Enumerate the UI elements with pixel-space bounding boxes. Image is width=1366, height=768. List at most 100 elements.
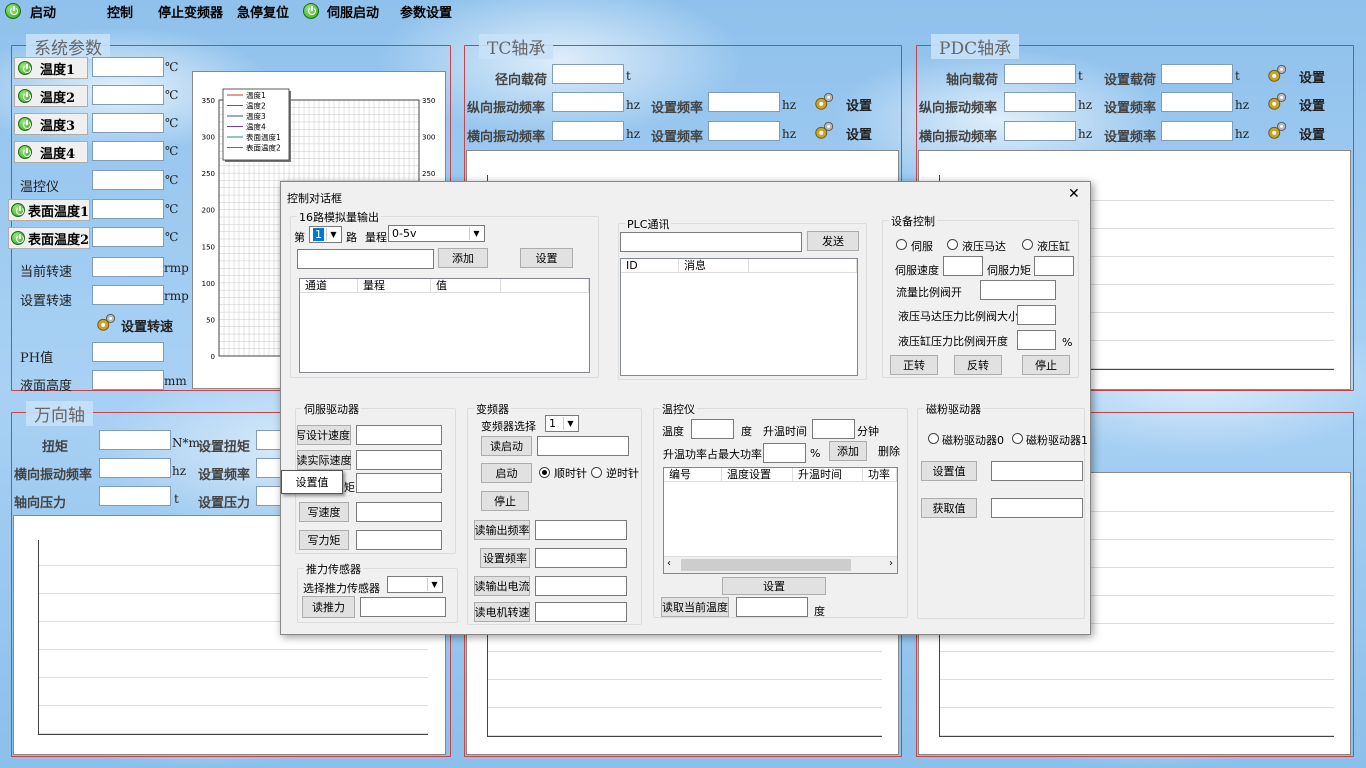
servo-radio[interactable] (896, 239, 907, 250)
col-channel[interactable]: 通道 (300, 279, 358, 293)
surface-temp2-button[interactable]: 表面温度2 (8, 227, 90, 249)
col-ramp-time[interactable]: 升温时间 (793, 468, 863, 482)
pdc-lon-set-freq-field[interactable] (1161, 92, 1233, 112)
pdc-set-load-button[interactable]: 设置 (1299, 67, 1325, 86)
current-speed-field[interactable] (92, 257, 164, 277)
tc-lat-set-button[interactable]: 设置 (846, 124, 872, 143)
start-power-icon[interactable] (5, 3, 21, 19)
mag-driver0-radio[interactable] (928, 433, 939, 444)
output-freq-input[interactable] (535, 520, 627, 540)
temp4-field[interactable] (92, 141, 164, 161)
temp1-field[interactable] (92, 57, 164, 77)
pdc-set-load-field[interactable] (1161, 64, 1233, 84)
tc-delete-button[interactable]: 删除 (871, 441, 907, 461)
tc-add-button[interactable]: 添加 (829, 441, 867, 461)
tc-lon-set-freq-field[interactable] (708, 92, 780, 112)
set-speed-button-label[interactable]: 设置转速 (121, 316, 173, 335)
uj-axial-pressure-field[interactable] (99, 486, 171, 506)
hyd-motor-radio[interactable] (947, 239, 958, 250)
col-no[interactable]: 编号 (664, 468, 722, 482)
vfd-start-button[interactable]: 启动 (481, 463, 532, 483)
col-power[interactable]: 功率占 (863, 468, 897, 482)
tc-lat-set-freq-field[interactable] (708, 121, 780, 141)
vfd-set-freq-button[interactable]: 设置频率 (480, 548, 530, 568)
surface-temp1-field[interactable] (92, 199, 164, 219)
read-output-current-button[interactable]: 读输出电流 (474, 576, 530, 596)
write-speed-input[interactable] (356, 502, 442, 522)
gear-icon[interactable] (813, 120, 835, 142)
close-icon[interactable]: ✕ (1068, 186, 1080, 202)
device-stop-button[interactable]: 停止 (1022, 355, 1070, 375)
temp3-button[interactable]: 温度3 (14, 113, 88, 135)
mag-set-value-input[interactable] (991, 461, 1083, 481)
gear-icon[interactable] (1266, 120, 1288, 142)
motor-speed-input[interactable] (535, 602, 627, 622)
plc-message-list[interactable]: ID 消息 (620, 258, 858, 376)
thrust-sensor-select[interactable]: ▼ (387, 576, 443, 593)
design-speed-input[interactable] (356, 425, 442, 445)
write-torque-button[interactable]: 写力矩 (299, 530, 349, 550)
gear-icon[interactable] (1266, 63, 1288, 85)
vfd-select[interactable]: 1 ▼ (545, 415, 579, 432)
temp-controller-field[interactable] (92, 170, 164, 190)
col-value[interactable]: 值 (431, 279, 501, 293)
flow-valve-input[interactable] (980, 280, 1056, 300)
pdc-lat-set-button[interactable]: 设置 (1299, 124, 1325, 143)
forward-button[interactable]: 正转 (890, 355, 938, 375)
col-temp-set[interactable]: 温度设置 (722, 468, 793, 482)
surface-temp2-field[interactable] (92, 227, 164, 247)
reverse-button[interactable]: 反转 (954, 355, 1002, 375)
col-message[interactable]: 消息 (679, 259, 749, 273)
tc-temp-input[interactable] (691, 419, 734, 439)
torque-input[interactable] (356, 473, 442, 493)
read-start-button[interactable]: 读启动 (481, 436, 532, 456)
cyl-valve-input[interactable] (1017, 330, 1056, 350)
pdc-lon-set-button[interactable]: 设置 (1299, 95, 1325, 114)
temp3-field[interactable] (92, 113, 164, 133)
pdc-axial-load-field[interactable] (1004, 64, 1076, 84)
tc-lon-vib-field[interactable] (552, 92, 624, 112)
uj-lat-vib-field[interactable] (99, 458, 171, 478)
read-actual-speed-button[interactable]: 读实际速度 (297, 450, 352, 470)
vfd-stop-button[interactable]: 停止 (481, 491, 529, 511)
menu-servo-start[interactable]: 伺服启动 (327, 2, 379, 21)
col-range[interactable]: 量程 (358, 279, 431, 293)
read-start-input[interactable] (537, 436, 629, 456)
motor-valve-input[interactable] (1017, 305, 1056, 325)
mag-get-value-input[interactable] (991, 498, 1083, 518)
write-speed-button[interactable]: 写速度 (299, 502, 349, 522)
menu-params[interactable]: 参数设置 (400, 2, 452, 21)
temp2-button[interactable]: 温度2 (14, 85, 88, 107)
menu-stop-vfd[interactable]: 停止变频器 (158, 2, 223, 21)
ph-field[interactable] (92, 342, 164, 362)
pdc-lat-vib-field[interactable] (1004, 121, 1076, 141)
servo-speed-input[interactable] (943, 256, 983, 276)
pdc-lon-vib-field[interactable] (1004, 92, 1076, 112)
menu-estop-reset[interactable]: 急停复位 (237, 2, 289, 21)
mag-set-value-button[interactable]: 设置值 (921, 461, 977, 481)
col-id[interactable]: ID (621, 259, 679, 273)
pdc-lat-set-freq-field[interactable] (1161, 121, 1233, 141)
gear-icon[interactable] (95, 312, 117, 334)
scrollbar-thumb[interactable] (681, 559, 851, 571)
set-freq-input[interactable] (535, 548, 627, 568)
channel-select[interactable]: 1 ▼ (309, 226, 342, 243)
temp4-button[interactable]: 温度4 (14, 141, 88, 163)
analog-value-input[interactable] (297, 249, 434, 269)
tc-ramp-time-input[interactable] (812, 419, 855, 439)
tc-set-button[interactable]: 设置 (722, 577, 826, 595)
read-motor-speed-button[interactable]: 读电机转速 (474, 602, 530, 622)
menu-control[interactable]: 控制 (107, 2, 133, 21)
read-current-temp-button[interactable]: 读取当前温度 (661, 597, 729, 617)
tc-ramp-power-input[interactable] (763, 443, 806, 463)
cw-radio[interactable] (539, 467, 550, 478)
level-field[interactable] (92, 370, 164, 390)
tc-program-list[interactable]: 编号 温度设置 升温时间 功率占 ‹ › (663, 467, 898, 574)
servo-power-icon[interactable] (303, 3, 319, 19)
horizontal-scrollbar[interactable]: ‹ › (664, 556, 897, 573)
scroll-right-icon[interactable]: › (889, 558, 893, 569)
surface-temp1-button[interactable]: 表面温度1 (8, 199, 90, 221)
mag-get-value-button[interactable]: 获取值 (921, 498, 977, 518)
ccw-radio[interactable] (591, 467, 602, 478)
read-thrust-button[interactable]: 读推力 (302, 596, 355, 618)
